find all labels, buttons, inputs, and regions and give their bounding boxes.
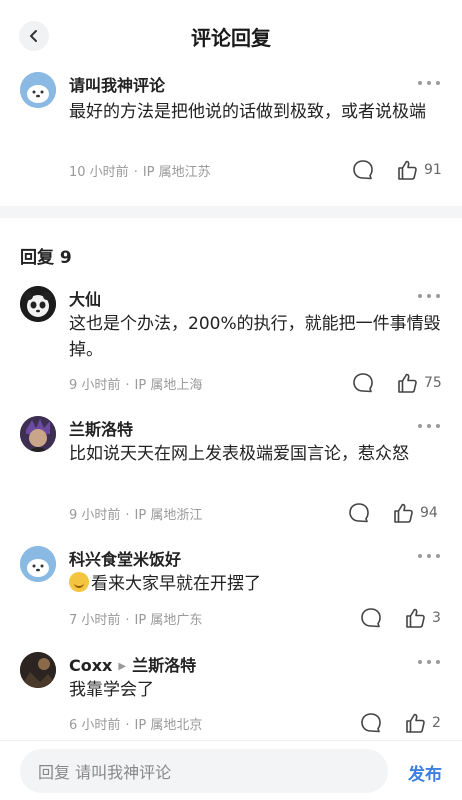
thumbs-up-icon xyxy=(398,160,417,180)
comment-time: 6 小时前 xyxy=(69,718,121,733)
reply-icon[interactable] xyxy=(348,502,370,524)
comment-text: 比如说天天在网上发表极端爱国言论，惹众怒 xyxy=(69,444,409,464)
reply-icon[interactable] xyxy=(360,607,382,629)
like-button[interactable]: 75 xyxy=(396,372,442,394)
reply-input[interactable]: 回复 请叫我神评论 xyxy=(20,749,388,793)
like-button[interactable]: 3 xyxy=(404,607,441,629)
comment-text: 看来大家早就在开摆了 xyxy=(69,571,447,597)
avatar[interactable] xyxy=(20,416,56,452)
sweat-smile-emoji xyxy=(69,572,89,592)
photo-avatar-icon xyxy=(20,652,56,688)
bottom-reply-bar: 回复 请叫我神评论 发布 xyxy=(0,740,462,800)
like-button[interactable]: 94 xyxy=(392,502,438,524)
reply-to-name[interactable]: 兰斯洛特 xyxy=(132,656,196,675)
thumbs-up-icon xyxy=(406,713,425,733)
comment-meta: 9 小时前 · IP 属地上海 xyxy=(69,378,203,393)
header: 评论回复 xyxy=(0,0,462,72)
comment-meta: 10 小时前 · IP 属地江苏 xyxy=(69,165,211,180)
avatar[interactable] xyxy=(20,286,56,322)
like-count: 94 xyxy=(420,505,438,521)
avatar[interactable] xyxy=(20,652,56,688)
like-button[interactable]: 91 xyxy=(396,159,442,181)
comment-ip: IP 属地浙江 xyxy=(134,508,203,523)
like-count: 3 xyxy=(432,610,441,626)
comment-ip: IP 属地江苏 xyxy=(142,165,211,180)
comment-time: 10 小时前 xyxy=(69,165,129,180)
more-icon[interactable] xyxy=(418,78,442,88)
dog-avatar-icon xyxy=(20,72,56,108)
comment-text-content: 看来大家早就在开摆了 xyxy=(91,574,261,594)
thumbs-up-icon xyxy=(398,373,417,393)
commenter-name[interactable]: 科兴食堂米饭好 xyxy=(69,546,181,570)
comment-text: 这也是个办法，200%的执行，就能把一件事情毁掉。 xyxy=(69,314,441,360)
comment-meta: 6 小时前 · IP 属地北京 xyxy=(69,718,203,733)
comment-time: 9 小时前 xyxy=(69,508,121,523)
like-button[interactable]: 2 xyxy=(404,712,441,734)
comment-meta: 7 小时前 · IP 属地广东 xyxy=(69,613,203,628)
comment-text: 最好的方法是把他说的话做到极致，或者说极端 xyxy=(69,102,426,122)
publish-button[interactable]: 发布 xyxy=(408,760,442,785)
comment-meta: 9 小时前 · IP 属地浙江 xyxy=(69,508,203,523)
more-icon[interactable] xyxy=(418,551,442,561)
comment-ip: IP 属地上海 xyxy=(134,378,203,393)
avatar[interactable] xyxy=(20,546,56,582)
more-icon[interactable] xyxy=(418,657,442,667)
thumbs-up-icon xyxy=(406,608,425,628)
commenter-name[interactable]: 请叫我神评论 xyxy=(69,72,165,96)
comment-ip: IP 属地北京 xyxy=(134,718,203,733)
character-avatar-icon xyxy=(20,416,56,452)
commenter-name[interactable]: 兰斯洛特 xyxy=(69,416,133,440)
like-count: 91 xyxy=(424,162,442,178)
panda-avatar-icon xyxy=(20,286,56,322)
comment-text: 我靠学会了 xyxy=(69,680,154,700)
page-title: 评论回复 xyxy=(191,26,271,50)
replies-section-title: 回复 9 xyxy=(20,248,72,268)
more-icon[interactable] xyxy=(418,291,442,301)
like-count: 2 xyxy=(432,715,441,731)
commenter-name[interactable]: 大仙 xyxy=(69,286,101,310)
comment-time: 7 小时前 xyxy=(69,613,121,628)
commenter-name: Coxx ▶ 兰斯洛特 xyxy=(69,652,196,676)
section-divider xyxy=(0,206,462,218)
dog-avatar-icon xyxy=(20,546,56,582)
reply-icon[interactable] xyxy=(352,159,374,181)
comment-ip: IP 属地广东 xyxy=(134,613,203,628)
avatar[interactable] xyxy=(20,72,56,108)
like-count: 75 xyxy=(424,375,442,391)
commenter-name-text[interactable]: Coxx xyxy=(69,656,112,675)
reply-to-arrow-icon: ▶ xyxy=(118,661,127,672)
reply-icon[interactable] xyxy=(352,372,374,394)
reply-icon[interactable] xyxy=(360,712,382,734)
comment-time: 9 小时前 xyxy=(69,378,121,393)
thumbs-up-icon xyxy=(394,503,413,523)
more-icon[interactable] xyxy=(418,421,442,431)
